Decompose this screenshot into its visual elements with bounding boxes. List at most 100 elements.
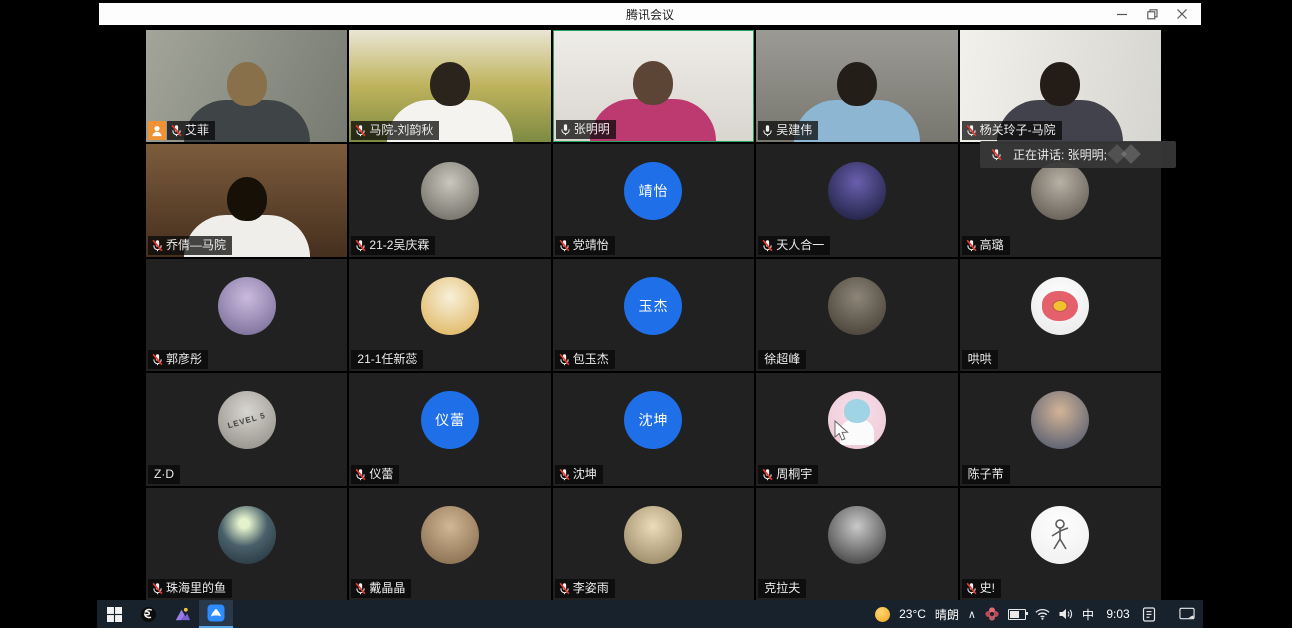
participant-name: 杨关玲子-马院 (980, 123, 1056, 138)
participant-avatar (828, 162, 886, 220)
battery-icon[interactable] (1008, 609, 1026, 620)
participant-name: 党靖怡 (573, 238, 609, 253)
participant-tile[interactable]: 郭彦彤 (146, 259, 347, 371)
toast-watermark (1110, 146, 1150, 163)
participant-tile[interactable]: 吴建伟 (756, 30, 957, 142)
participant-name-label: 乔倩—马院 (148, 236, 232, 255)
participant-grid: 艾菲 马院-刘韵秋 张明明 吴建伟 杨关玲子-马院 乔倩—马院 21-2吴庆霖靖… (146, 30, 1161, 600)
speaking-toast: 正在讲话: 张明明; (980, 141, 1176, 168)
participant-avatar: LEVEL 5 (218, 391, 276, 449)
participant-name: 艾菲 (185, 123, 209, 138)
participant-tile[interactable]: LEVEL 5 Z·D (146, 373, 347, 485)
participant-name-label: Z·D (148, 465, 180, 484)
mic-muted-icon (354, 468, 367, 481)
participant-tile[interactable]: 哄哄 (960, 259, 1161, 371)
tile-label-row: 陈子芾 (962, 465, 1010, 484)
participant-name-label: 沈坤 (555, 465, 603, 484)
participant-name: 天人合一 (776, 238, 824, 253)
participant-tile[interactable]: 张明明 (553, 30, 754, 142)
participant-tile[interactable]: 史! (960, 488, 1161, 600)
taskbar-app-photos[interactable] (165, 600, 199, 628)
participant-name: 陈子芾 (968, 467, 1004, 482)
volume-icon[interactable] (1059, 608, 1073, 620)
participant-avatar (218, 277, 276, 335)
weather-sun-icon[interactable] (875, 607, 890, 622)
tile-label-row: 戴晶晶 (351, 579, 411, 598)
taskbar-app-search[interactable] (131, 600, 165, 628)
participant-tile[interactable]: 周桐宇 (756, 373, 957, 485)
window-controls (1107, 3, 1197, 25)
participant-name-label: 周桐宇 (758, 465, 818, 484)
tile-label-row: 杨关玲子-马院 (962, 121, 1062, 140)
mic-muted-icon (965, 239, 978, 252)
participant-avatar: 玉杰 (624, 277, 682, 335)
windows-logo-icon (107, 607, 122, 622)
participant-tile[interactable]: 21-2吴庆霖 (349, 144, 550, 256)
tencent-meeting-icon (207, 604, 225, 622)
participant-avatar (218, 506, 276, 564)
participant-avatar (624, 506, 682, 564)
participant-name: 包玉杰 (573, 352, 609, 367)
mic-muted-icon (151, 353, 164, 366)
window-titlebar: 腾讯会议 (99, 3, 1201, 25)
tile-label-row: 马院-刘韵秋 (351, 121, 439, 140)
captured-screen: 腾讯会议 艾菲 马院-刘韵秋 张明明 吴建伟 杨关玲子-马院 乔倩—马院 (97, 0, 1203, 628)
tile-label-row: 沈坤 (555, 465, 603, 484)
participant-tile[interactable]: 仪蕾 仪蕾 (349, 373, 550, 485)
tray-weather[interactable]: 晴朗 (935, 606, 959, 623)
participant-name-label: 包玉杰 (555, 350, 615, 369)
mountain-app-icon (174, 606, 191, 623)
restore-button[interactable] (1137, 3, 1167, 25)
participant-tile[interactable]: 徐超峰 (756, 259, 957, 371)
system-tray: 23°C 晴朗 ∧ 中 9:03 (875, 600, 1203, 628)
participant-tile[interactable]: 珠海里的鱼 (146, 488, 347, 600)
action-center-icon[interactable] (1179, 607, 1195, 621)
ime-indicator[interactable]: 中 (1082, 606, 1094, 623)
tile-label-row: 徐超峰 (758, 350, 806, 369)
tile-label-row: 周桐宇 (758, 465, 818, 484)
wifi-icon[interactable] (1035, 608, 1050, 620)
mic-muted-icon (354, 124, 367, 137)
tile-label-row: 仪蕾 (351, 465, 399, 484)
participant-name-label: 陈子芾 (962, 465, 1010, 484)
mic-on-icon (559, 123, 572, 136)
tile-label-row: 党靖怡 (555, 236, 615, 255)
tray-clock[interactable]: 9:03 (1103, 607, 1133, 621)
tile-label-row: 乔倩—马院 (148, 236, 232, 255)
participant-tile[interactable]: 乔倩—马院 (146, 144, 347, 256)
participant-name: Z·D (154, 467, 174, 482)
participant-name: 21-1任新蕊 (357, 352, 417, 367)
participant-tile[interactable]: 21-1任新蕊 (349, 259, 550, 371)
mic-muted-icon (965, 582, 978, 595)
participant-tile[interactable]: 马院-刘韵秋 (349, 30, 550, 142)
participant-tile[interactable]: 李姿雨 (553, 488, 754, 600)
participant-name: 马院-刘韵秋 (369, 123, 433, 138)
participant-tile[interactable]: 艾菲 (146, 30, 347, 142)
participant-avatar (1031, 506, 1089, 564)
minimize-button[interactable] (1107, 3, 1137, 25)
tile-label-row: 包玉杰 (555, 350, 615, 369)
participant-avatar (421, 506, 479, 564)
tile-label-row: 天人合一 (758, 236, 830, 255)
participant-name: 哄哄 (968, 352, 992, 367)
participant-tile[interactable]: 玉杰 包玉杰 (553, 259, 754, 371)
windows-taskbar: 23°C 晴朗 ∧ 中 9:03 (97, 600, 1203, 628)
participant-name: 仪蕾 (369, 467, 393, 482)
tray-overflow-chevron[interactable]: ∧ (968, 608, 976, 621)
participant-tile[interactable]: 靖怡 党靖怡 (553, 144, 754, 256)
participant-name-label: 仪蕾 (351, 465, 399, 484)
participant-tile[interactable]: 克拉夫 (756, 488, 957, 600)
tray-temperature[interactable]: 23°C (899, 607, 926, 621)
participant-tile[interactable]: 戴晶晶 (349, 488, 550, 600)
pinwheel-tray-icon[interactable] (985, 607, 999, 621)
participant-tile[interactable]: 沈坤 沈坤 (553, 373, 754, 485)
taskbar-app-tencent-meeting[interactable] (199, 600, 233, 628)
windows-start-button[interactable] (97, 600, 131, 628)
close-button[interactable] (1167, 3, 1197, 25)
participant-tile[interactable]: 杨关玲子-马院 (960, 30, 1161, 142)
participant-avatar: 靖怡 (624, 162, 682, 220)
mic-muted-icon (990, 148, 1003, 161)
participant-tile[interactable]: 天人合一 (756, 144, 957, 256)
notes-tray-icon[interactable] (1142, 607, 1156, 622)
participant-tile[interactable]: 陈子芾 (960, 373, 1161, 485)
